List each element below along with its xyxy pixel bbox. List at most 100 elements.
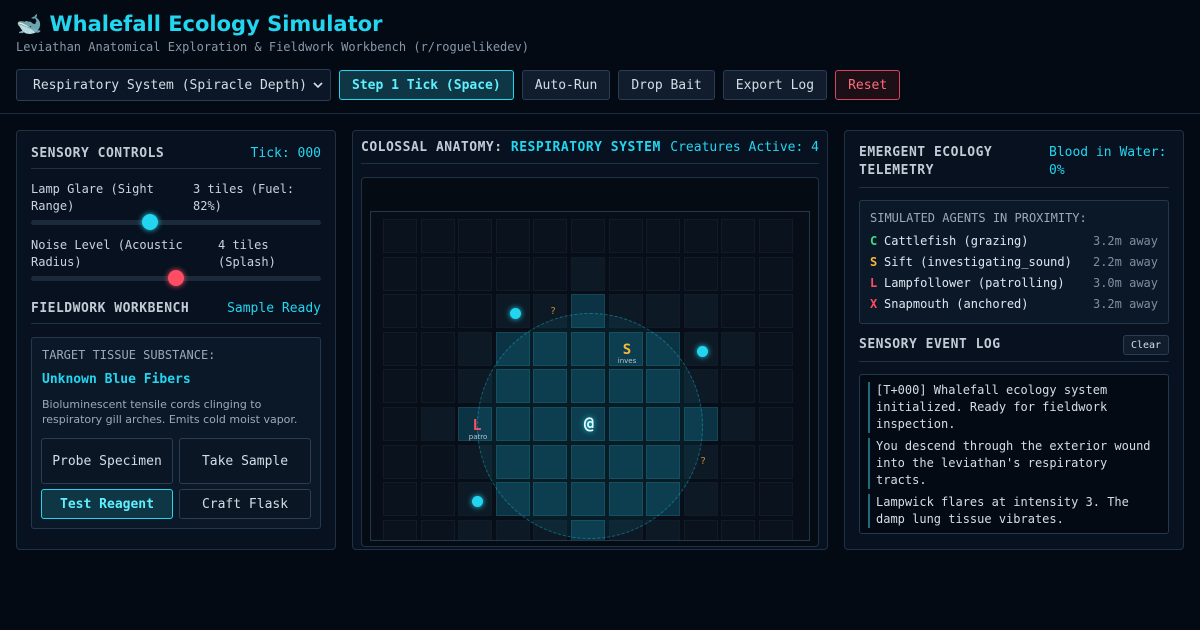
map-tile[interactable] (759, 519, 793, 540)
map-tile[interactable] (383, 294, 417, 329)
agent-distance: 3.0m away (1092, 276, 1158, 290)
map-tile[interactable] (683, 256, 718, 291)
map-tile[interactable] (683, 519, 718, 540)
map-tile[interactable] (533, 219, 568, 253)
map-tile[interactable] (571, 219, 605, 253)
event-log[interactable]: [T+000] Whalefall ecology system initial… (859, 374, 1169, 534)
drop-bait-button[interactable]: Drop Bait (618, 70, 715, 100)
sensory-controls-panel: SENSORY CONTROLS Tick: 000 Lamp Glare (S… (16, 130, 336, 550)
clear-log-button[interactable]: Clear (1123, 335, 1169, 355)
player-marker: @ (583, 414, 595, 434)
map-tile[interactable] (759, 482, 793, 517)
take-sample-button[interactable]: Take Sample (179, 438, 311, 484)
map-tile[interactable] (759, 219, 793, 253)
map-tile[interactable] (383, 444, 417, 479)
map-tile[interactable] (683, 294, 718, 329)
map-tile[interactable] (759, 256, 793, 291)
map-tile[interactable] (420, 219, 455, 253)
map-tile[interactable] (721, 256, 756, 291)
anatomy-map[interactable]: @ S inves L patro ? ? (370, 211, 810, 541)
map-tile[interactable] (759, 331, 793, 366)
bioluminescent-node (510, 308, 521, 319)
agent-glyph: X (870, 297, 878, 311)
map-tile[interactable] (383, 331, 417, 366)
map-tile[interactable] (721, 369, 756, 404)
substance-name: Unknown Blue Fibers (42, 372, 191, 387)
lampfollower-state-tag: patro (468, 433, 488, 441)
sift-state-tag: inves (617, 357, 637, 365)
map-tile[interactable] (683, 482, 718, 517)
map-tile[interactable] (533, 256, 568, 291)
step-tick-button[interactable]: Step 1 Tick (Space) (339, 70, 514, 100)
map-tile[interactable] (495, 219, 530, 253)
agent-distance: 3.2m away (1092, 234, 1158, 248)
map-tile[interactable] (383, 482, 417, 517)
agent-distance: 3.2m away (1092, 297, 1158, 311)
map-tile[interactable] (721, 444, 756, 479)
map-tile[interactable] (420, 407, 455, 441)
anatomy-title-prefix: COLOSSAL ANATOMY: (361, 140, 503, 155)
map-tile[interactable] (458, 331, 493, 366)
map-tile[interactable] (759, 369, 793, 404)
map-tile[interactable] (383, 519, 417, 540)
map-tile[interactable] (759, 444, 793, 479)
agent-glyph: S (870, 255, 878, 269)
map-tile[interactable] (721, 519, 756, 540)
map-tile[interactable] (458, 294, 493, 329)
map-tile[interactable] (721, 219, 756, 253)
telemetry-title: EMERGENT ECOLOGY TELEMETRY (859, 145, 993, 178)
toolbar: Respiratory System (Spiracle Depth) Step… (16, 69, 901, 101)
log-entry: [T+000] Whalefall ecology system initial… (868, 382, 1158, 433)
map-tile[interactable] (383, 256, 417, 291)
auto-run-button[interactable]: Auto-Run (521, 70, 611, 100)
map-tile[interactable] (420, 331, 455, 366)
map-tile[interactable] (420, 294, 455, 329)
map-viewport[interactable]: @ S inves L patro ? ? (361, 177, 819, 547)
telemetry-panel: EMERGENT ECOLOGY TELEMETRY Blood in Wate… (844, 130, 1184, 550)
map-tile[interactable] (646, 219, 681, 253)
map-tile[interactable] (721, 482, 756, 517)
map-tile[interactable] (646, 294, 681, 329)
anatomy-system-name: RESPIRATORY SYSTEM (510, 140, 661, 155)
map-tile[interactable] (420, 519, 455, 540)
map-tile[interactable] (420, 369, 455, 404)
map-tile[interactable] (646, 256, 681, 291)
log-entry: Lampwick flares at intensity 3. The damp… (868, 494, 1158, 528)
map-tile[interactable] (721, 294, 756, 329)
app-subtitle: Leviathan Anatomical Exploration & Field… (16, 40, 529, 54)
craft-flask-button[interactable]: Craft Flask (179, 489, 311, 519)
map-tile[interactable] (646, 519, 681, 540)
test-reagent-button[interactable]: Test Reagent (41, 489, 173, 519)
map-tile[interactable] (458, 519, 493, 540)
agent-row: L Lampfollower (patrolling) 3.0m away (870, 276, 1158, 292)
map-tile[interactable] (458, 219, 493, 253)
map-tile[interactable] (495, 519, 530, 540)
map-tile[interactable] (383, 369, 417, 404)
map-tile[interactable] (458, 256, 493, 291)
map-tile[interactable] (759, 407, 793, 441)
system-select[interactable]: Respiratory System (Spiracle Depth) (16, 69, 331, 101)
noise-level-slider-thumb[interactable] (168, 270, 184, 286)
map-tile[interactable] (495, 256, 530, 291)
export-log-button[interactable]: Export Log (722, 70, 828, 100)
noise-level-label: Noise Level (Acoustic Radius) (31, 238, 183, 269)
map-tile[interactable] (608, 256, 643, 291)
map-tile[interactable] (571, 256, 605, 291)
lamp-glare-slider[interactable] (31, 220, 321, 225)
blood-in-water: Blood in Water: 0% (1049, 145, 1167, 178)
agent-name: Sift (investigating_sound) (884, 255, 1072, 269)
map-tile[interactable] (721, 331, 756, 366)
map-tile[interactable] (759, 294, 793, 329)
map-tile[interactable] (383, 219, 417, 253)
map-tile[interactable] (420, 256, 455, 291)
map-tile[interactable] (683, 219, 718, 253)
reset-button[interactable]: Reset (835, 70, 901, 100)
agent-name: Snapmouth (anchored) (884, 297, 1029, 311)
probe-specimen-button[interactable]: Probe Specimen (41, 438, 173, 484)
map-tile[interactable] (420, 482, 455, 517)
map-tile[interactable] (608, 219, 643, 253)
map-tile[interactable] (383, 407, 417, 441)
lamp-glare-slider-thumb[interactable] (141, 214, 158, 230)
map-tile[interactable] (721, 407, 756, 441)
map-tile[interactable] (420, 444, 455, 479)
